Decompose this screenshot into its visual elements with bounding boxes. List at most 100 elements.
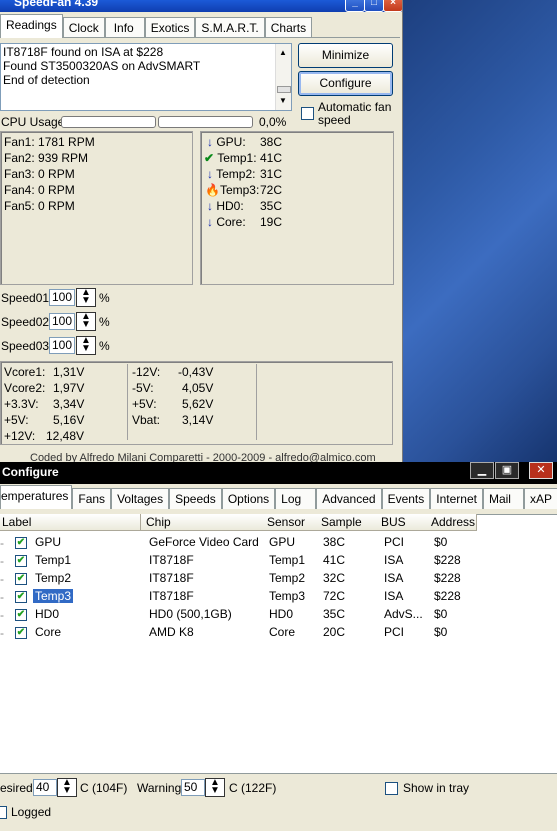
logged-checkbox[interactable] [0,806,7,819]
scroll-down-icon[interactable]: ▼ [279,96,287,105]
minimize-window-button[interactable]: _ [345,0,365,12]
warning-input[interactable]: 50 [181,779,205,796]
row-bus: ISA [384,553,404,567]
speedfan-titlebar[interactable]: SpeedFan 4.39 _ □ × [0,0,402,12]
table-row[interactable]: - ✔ Core AMD K8 Core 20C PCI $0 [0,625,557,643]
row-bus: PCI [384,535,405,549]
minimize-window-button[interactable]: ▁ [470,462,494,479]
log-line: End of detection [3,73,90,87]
column-header-bus[interactable]: BUS [376,514,429,531]
table-row-selected[interactable]: - ✔ Temp3 IT8718F Temp3 72C ISA $228 [0,589,557,607]
scroll-thumb[interactable] [277,86,291,93]
row-sample: 20C [323,625,346,639]
desired-input[interactable]: 40 [33,779,57,796]
warning-spinner[interactable]: ▲ ▼ [205,778,225,797]
enabled-checkbox[interactable]: ✔ [15,591,27,603]
tree-expander-icon[interactable]: - [0,626,4,640]
column-header-chip[interactable]: Chip [141,514,265,531]
tab-internet[interactable]: Internet [430,488,483,509]
column-header-label[interactable]: Label [0,514,141,531]
log-textbox[interactable]: IT8718F found on ISA at $228 Found ST350… [0,43,292,111]
column-header-address[interactable]: Address [426,514,477,531]
flame-icon: 🔥 [205,183,220,197]
desired-spinner[interactable]: ▲ ▼ [57,778,77,797]
tab-charts[interactable]: Charts [264,17,313,38]
tab-log[interactable]: Log [275,488,317,509]
tab-info[interactable]: Info [104,17,145,38]
tab-options[interactable]: Options [221,488,276,509]
log-line: IT8718F found on ISA at $228 [3,45,164,59]
tab-advanced[interactable]: Advanced [316,488,382,509]
tab-xap[interactable]: xAP [523,488,557,509]
row-chip: HD0 (500,1GB) [149,607,232,621]
minimize-button[interactable]: Minimize [298,43,393,68]
column-header-sample[interactable]: Sample [316,514,377,531]
table-row[interactable]: - ✔ Temp2 IT8718F Temp2 32C ISA $228 [0,571,557,589]
speed-unit: % [99,291,110,305]
table-row[interactable]: - ✔ Temp1 IT8718F Temp1 41C ISA $228 [0,553,557,571]
speed-label: Speed03: [1,339,53,353]
speed03-spinner[interactable]: ▲ ▼ [76,336,96,355]
table-row[interactable]: - ✔ GPU GeForce Video Card GPU 38C PCI $… [0,535,557,553]
maximize-window-button[interactable]: ▣ [495,462,519,479]
speed03-input[interactable]: 100 [49,337,75,354]
fan-reading: Fan3: 0 RPM [4,167,75,181]
close-window-button[interactable]: ✕ [529,462,553,479]
enabled-checkbox[interactable]: ✔ [15,609,27,621]
row-sensor: Temp2 [269,571,306,585]
scroll-up-icon[interactable]: ▲ [279,48,287,57]
tab-events[interactable]: Events [381,488,431,509]
tree-expander-icon[interactable]: - [0,590,4,604]
automatic-fan-speed-checkbox[interactable] [301,107,314,120]
tree-expander-icon[interactable]: - [0,554,4,568]
speed01-input[interactable]: 100 [49,289,75,306]
configure-titlebar[interactable]: Configure ▁ ▣ ✕ [0,462,557,484]
show-in-tray-checkbox[interactable] [385,782,398,795]
row-address: $228 [434,589,461,603]
table-row[interactable]: - ✔ HD0 HD0 (500,1GB) HD0 35C AdvS... $0 [0,607,557,625]
temp-reading-gpu: ↓ GPU: 38C [207,135,283,149]
enabled-checkbox[interactable]: ✔ [15,573,27,585]
speed02-spinner[interactable]: ▲ ▼ [76,312,96,331]
row-label: GPU [35,535,62,549]
voltage-label: +5V: [4,413,29,427]
tab-readings[interactable]: Readings [0,14,63,38]
log-line: Found ST3500320AS on AdvSMART [3,59,201,73]
tree-expander-icon[interactable]: - [0,608,4,622]
tree-expander-icon[interactable]: - [0,536,4,550]
tab-fans[interactable]: Fans [72,488,112,509]
tab-temperatures[interactable]: emperatures [0,485,73,509]
arrow-down-icon: ↓ [207,199,213,213]
tab-smart[interactable]: S.M.A.R.T. [195,17,265,38]
voltage-value: 4,05V [182,381,214,395]
enabled-checkbox[interactable]: ✔ [15,555,27,567]
checkmark-icon: ✔ [204,151,215,165]
log-scrollbar[interactable]: ▲ ▼ [275,44,291,110]
temp-reading-temp1: ✔ Temp1: 41C [204,151,283,165]
configure-button[interactable]: Configure [298,71,393,96]
tab-speeds[interactable]: Speeds [169,488,222,509]
row-address: $0 [434,625,448,639]
maximize-window-button[interactable]: □ [364,0,384,12]
row-sample: 38C [323,535,346,549]
enabled-checkbox[interactable]: ✔ [15,627,27,639]
speed-unit: % [99,339,110,353]
tree-expander-icon[interactable]: - [0,572,4,586]
row-label: Temp1 [35,553,72,567]
row-sensor: HD0 [269,607,294,621]
arrow-down-icon: ↓ [207,167,213,181]
speed02-input[interactable]: 100 [49,313,75,330]
close-window-button[interactable]: × [383,0,402,12]
desired-label: esired [0,781,33,795]
speed01-spinner[interactable]: ▲ ▼ [76,288,96,307]
tab-mail[interactable]: Mail [482,488,524,509]
tab-clock[interactable]: Clock [62,17,105,38]
warning-label: Warning [137,781,182,795]
row-address: $0 [434,535,448,549]
column-header-sensor[interactable]: Sensor [264,514,317,531]
enabled-checkbox[interactable]: ✔ [15,537,27,549]
row-chip: IT8718F [149,589,194,603]
tab-exotics[interactable]: Exotics [144,17,196,38]
row-sensor: GPU [269,535,296,549]
tab-voltages[interactable]: Voltages [111,488,170,509]
